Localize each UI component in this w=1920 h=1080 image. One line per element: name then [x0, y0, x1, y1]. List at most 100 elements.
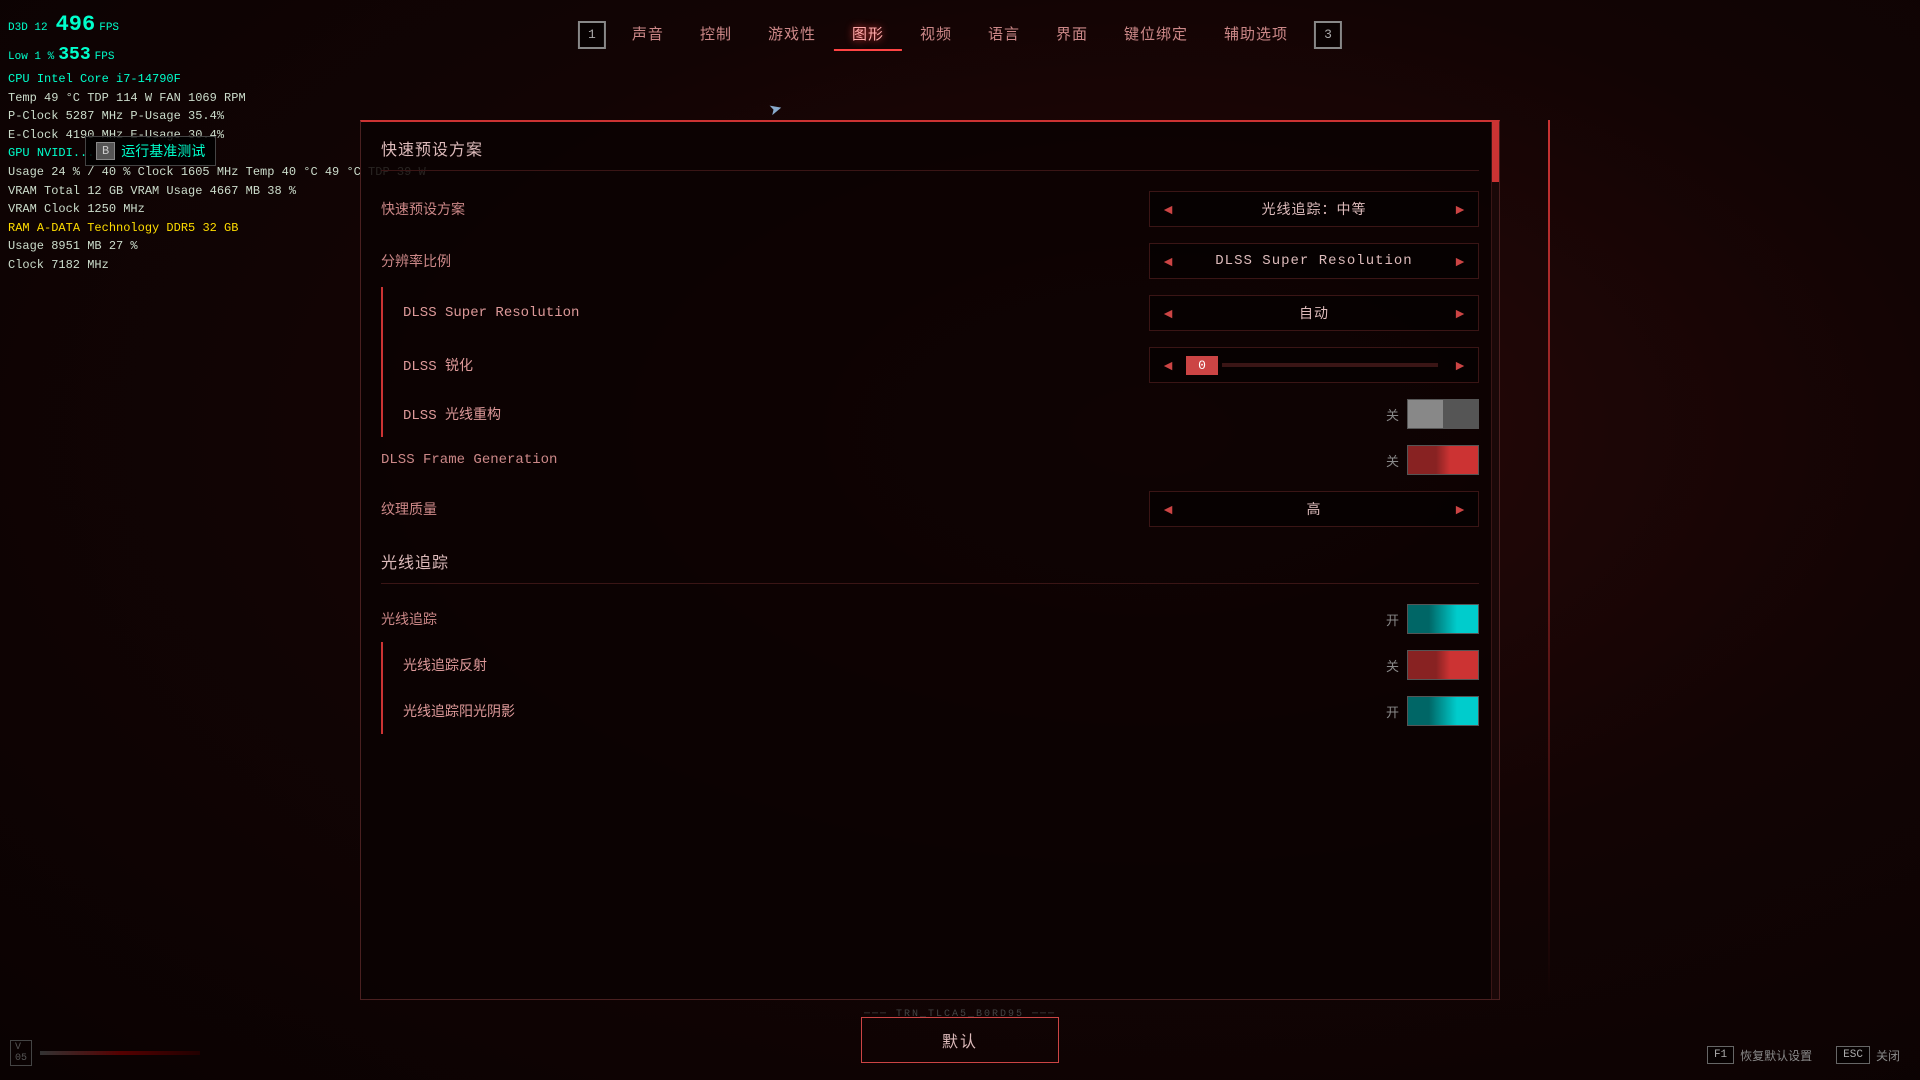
cpu-name: Intel Core i7-14790F: [37, 72, 181, 86]
nav-item-graphics[interactable]: 图形: [834, 18, 902, 51]
label-dlss-frame-gen: DLSS Frame Generation: [381, 452, 1379, 468]
arrow-left-texture[interactable]: ◄: [1150, 491, 1186, 527]
arrow-left-quick-preset[interactable]: ◄: [1150, 191, 1186, 227]
benchmark-label: 运行基准测试: [121, 141, 205, 161]
cpu-pclock: P-Clock 5287 MHz P-Usage 35.4%: [8, 109, 224, 123]
control-texture-quality[interactable]: ◄ 高 ►: [1149, 491, 1479, 527]
cpu-clock-line: P-Clock 5287 MHz P-Usage 35.4%: [8, 107, 302, 126]
label-rt-sun-shadow: 光线追踪阳光阴影: [403, 701, 1379, 721]
label-dlss-super-res: DLSS Super Resolution: [403, 305, 1149, 321]
control-rt-sun-shadow[interactable]: 开: [1379, 696, 1479, 726]
label-rt-reflect: 光线追踪反射: [403, 655, 1379, 675]
value-dlss-sharpen: 0: [1186, 356, 1218, 375]
row-resolution-scale: 分辨率比例 ◄ DLSS Super Resolution ►: [381, 235, 1479, 287]
nav-badge-left: 1: [578, 21, 606, 49]
nav-item-video[interactable]: 视频: [902, 18, 970, 51]
cpu-temp-line: Temp 49 °C TDP 114 W FAN 1069 RPM: [8, 89, 302, 108]
slider-track-sharpen[interactable]: [1222, 363, 1438, 367]
value-dlss-super-res: 自动: [1186, 303, 1442, 323]
nav-item-sound[interactable]: 声音: [614, 18, 682, 51]
ram-info: RAM A-DATA Technology DDR5 32 GB: [8, 219, 302, 238]
nav-badge-right: 3: [1314, 21, 1342, 49]
control-resolution-scale[interactable]: ◄ DLSS Super Resolution ►: [1149, 243, 1479, 279]
arrow-left-dlss-sr[interactable]: ◄: [1150, 295, 1186, 331]
row-rt-reflect: 光线追踪反射 关: [381, 642, 1479, 688]
nav-items: 声音 控制 游戏性 图形 视频 语言 界面 键位绑定 辅助选项: [614, 18, 1306, 51]
ram-label: RAM: [8, 221, 30, 235]
top-navigation: 1 声音 控制 游戏性 图形 视频 语言 界面 键位绑定 辅助选项 3: [578, 18, 1342, 51]
arrow-right-dlss-sr[interactable]: ►: [1442, 295, 1478, 331]
nav-item-control[interactable]: 控制: [682, 18, 750, 51]
label-texture-quality: 纹理质量: [381, 499, 1149, 519]
row-dlss-sharpen: DLSS 锐化 ◄ 0 ►: [381, 339, 1479, 391]
label-ray-tracing: 光线追踪: [381, 609, 1379, 629]
arrow-right-texture[interactable]: ►: [1442, 491, 1478, 527]
control-dlss-super-res[interactable]: ◄ 自动 ►: [1149, 295, 1479, 331]
nav-item-ui[interactable]: 界面: [1038, 18, 1106, 51]
vram-clock-line: VRAM Clock 1250 MHz: [8, 200, 302, 219]
control-dlss-frame-gen[interactable]: 关: [1379, 445, 1479, 475]
divider-quick: [381, 170, 1479, 171]
vram-total-line: VRAM Total 12 GB VRAM Usage 4667 MB 38 %: [8, 182, 302, 201]
nav-item-keybind[interactable]: 键位绑定: [1106, 18, 1206, 51]
label-dlss-sharpen: DLSS 锐化: [403, 355, 1149, 375]
control-rt-reflect[interactable]: 关: [1379, 650, 1479, 680]
control-dlss-sharpen[interactable]: ◄ 0 ►: [1149, 347, 1479, 383]
toggle-rt-reflect[interactable]: [1407, 650, 1479, 680]
benchmark-key: B: [96, 142, 115, 160]
settings-panel: 快速预设方案 快速预设方案 ◄ 光线追踪：中等 ► 分辨率比例 ◄ DLSS S…: [360, 120, 1500, 1000]
arrow-right-quick-preset[interactable]: ►: [1442, 191, 1478, 227]
gpu-label: GPU: [8, 146, 30, 160]
value-resolution-scale: DLSS Super Resolution: [1186, 253, 1442, 269]
nav-item-accessibility[interactable]: 辅助选项: [1206, 18, 1306, 51]
ram-clock-line: Clock 7182 MHz: [8, 256, 302, 275]
label-dlss-recon: DLSS 光线重构: [403, 404, 1379, 424]
fps-display: D3D 12 496 FPS: [8, 8, 302, 42]
nav-item-gameplay[interactable]: 游戏性: [750, 18, 834, 51]
cpu-label: CPU: [8, 72, 30, 86]
nav-item-language[interactable]: 语言: [970, 18, 1038, 51]
ram-usage-line: Usage 8951 MB 27 %: [8, 237, 302, 256]
toggle-rt-sun-shadow[interactable]: [1407, 696, 1479, 726]
toggle-label-rt-sun-shadow: 开: [1379, 702, 1399, 721]
section-quick-preset: 快速预设方案: [381, 122, 1479, 170]
toggle-frame-gen[interactable]: [1407, 445, 1479, 475]
default-button[interactable]: 默认: [861, 1017, 1059, 1063]
section-ray-tracing: 光线追踪: [381, 535, 1479, 583]
fps-low-label: Low 1 %: [8, 49, 54, 66]
bottom-bar: 默认: [0, 1000, 1920, 1080]
row-quick-preset: 快速预设方案 ◄ 光线追踪：中等 ►: [381, 183, 1479, 235]
row-texture-quality: 纹理质量 ◄ 高 ►: [381, 483, 1479, 535]
arrow-right-resolution[interactable]: ►: [1442, 243, 1478, 279]
toggle-dlss-recon[interactable]: [1407, 399, 1479, 429]
arrow-left-resolution[interactable]: ◄: [1150, 243, 1186, 279]
row-rt-sun-shadow: 光线追踪阳光阴影 开: [381, 688, 1479, 734]
toggle-label-frame-gen: 关: [1379, 451, 1399, 470]
label-resolution-scale: 分辨率比例: [381, 251, 1149, 271]
control-dlss-recon[interactable]: 关: [1379, 399, 1479, 429]
row-ray-tracing: 光线追踪 开: [381, 596, 1479, 642]
row-dlss-frame-gen: DLSS Frame Generation 关: [381, 437, 1479, 483]
fps-unit: FPS: [99, 20, 119, 37]
toggle-label-dlss-recon: 关: [1379, 405, 1399, 424]
arrow-left-dlss-sharpen[interactable]: ◄: [1150, 347, 1186, 383]
fps-value: 496: [56, 8, 96, 42]
value-texture-quality: 高: [1186, 499, 1442, 519]
benchmark-tooltip[interactable]: B 运行基准测试: [85, 136, 216, 166]
toggle-ray-tracing[interactable]: [1407, 604, 1479, 634]
ram-name: A-DATA Technology DDR5 32 GB: [37, 221, 239, 235]
right-decorative-line: [1548, 120, 1550, 1000]
scrollbar-thumb[interactable]: [1492, 122, 1500, 182]
divider-raytracing: [381, 583, 1479, 584]
control-quick-preset[interactable]: ◄ 光线追踪：中等 ►: [1149, 191, 1479, 227]
panel-content: 快速预设方案 快速预设方案 ◄ 光线追踪：中等 ► 分辨率比例 ◄ DLSS S…: [361, 122, 1499, 999]
fps-low-display: Low 1 % 353 FPS: [8, 42, 302, 70]
row-dlss-recon: DLSS 光线重构 关: [381, 391, 1479, 437]
toggle-label-rt-reflect: 关: [1379, 656, 1399, 675]
row-dlss-super-res: DLSS Super Resolution ◄ 自动 ►: [381, 287, 1479, 339]
control-ray-tracing[interactable]: 开: [1379, 604, 1479, 634]
cpu-temp: Temp 49 °C TDP 114 W FAN 1069 RPM: [8, 91, 246, 105]
scrollbar[interactable]: [1491, 122, 1499, 999]
cpu-info: CPU Intel Core i7-14790F: [8, 70, 302, 89]
arrow-right-dlss-sharpen[interactable]: ►: [1442, 347, 1478, 383]
